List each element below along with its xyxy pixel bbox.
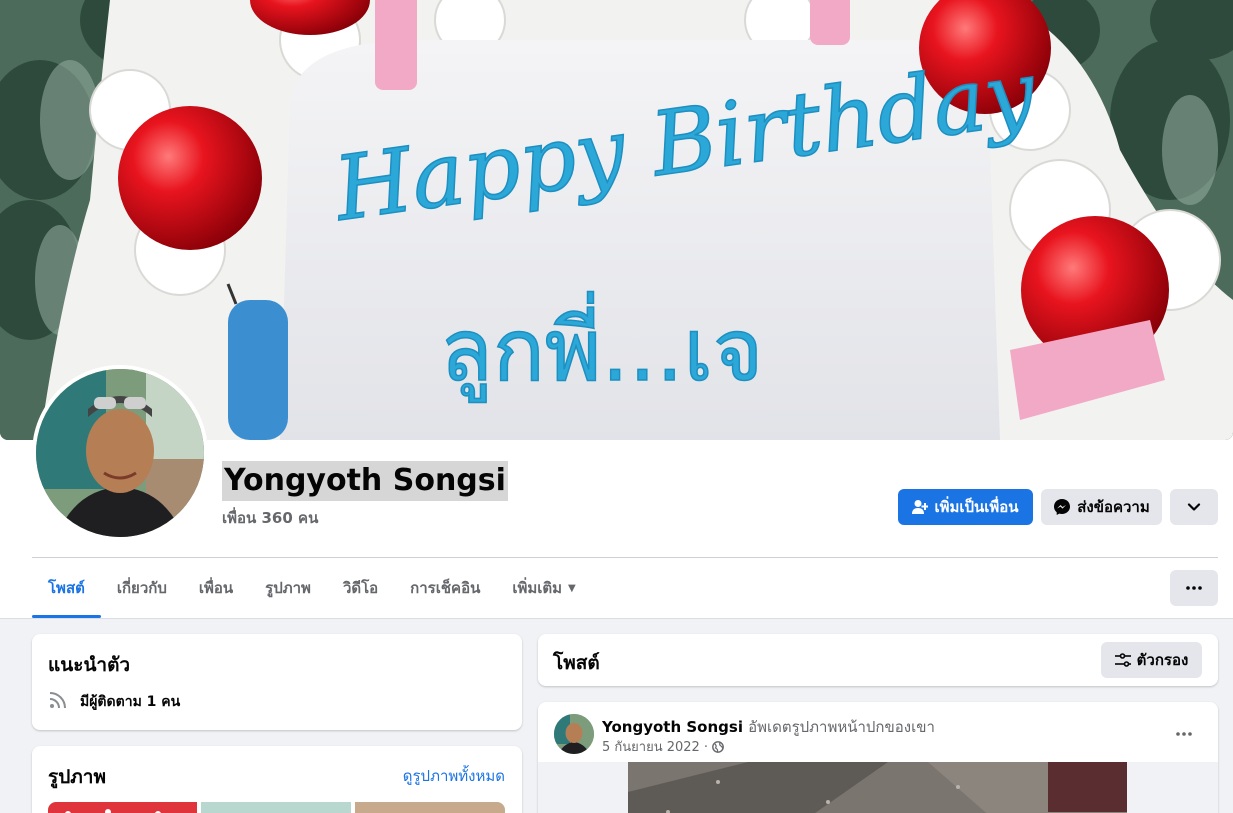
tab-photos[interactable]: รูปภาพ bbox=[249, 558, 327, 618]
add-friend-icon bbox=[912, 500, 929, 514]
header-bottom-border bbox=[0, 618, 1233, 619]
tab-checkins-label: การเช็คอิน bbox=[410, 579, 481, 597]
post-action-text: อัพเดตรูปภาพหน้าปกของเขา bbox=[748, 718, 935, 736]
post-date[interactable]: 5 กันยายน 2022 · bbox=[602, 736, 708, 757]
followers-text[interactable]: มีผู้ติดตาม 1 คน bbox=[80, 691, 180, 713]
photo-thumbnail-1[interactable] bbox=[48, 802, 197, 813]
post-author-avatar[interactable] bbox=[554, 714, 594, 754]
caret-down-icon: ▼ bbox=[568, 582, 576, 594]
intro-card: แนะนำตัว มีผู้ติดตาม 1 คน bbox=[32, 634, 522, 730]
filter-button[interactable]: ตัวกรอง bbox=[1101, 642, 1202, 678]
posts-header-card: โพสต์ ตัวกรอง bbox=[538, 634, 1218, 686]
messenger-icon bbox=[1054, 499, 1071, 515]
intro-title: แนะนำตัว bbox=[48, 654, 131, 676]
photos-title: รูปภาพ bbox=[48, 766, 106, 788]
photo-thumbnail-2[interactable] bbox=[201, 802, 351, 813]
rss-icon bbox=[49, 692, 66, 709]
globe-icon bbox=[712, 740, 724, 753]
tab-friends-label: เพื่อน bbox=[198, 579, 234, 597]
photo-thumbnail-3[interactable] bbox=[355, 802, 505, 813]
tab-photos-label: รูปภาพ bbox=[265, 579, 311, 597]
friends-count[interactable]: เพื่อน 360 คน bbox=[222, 506, 318, 530]
post-card: Yongyoth Songsi อัพเดตรูปภาพหน้าปกของเขา bbox=[538, 702, 1218, 813]
tab-friends[interactable]: เพื่อน bbox=[183, 558, 249, 618]
add-friend-label: เพิ่มเป็นเพื่อน bbox=[934, 499, 1019, 516]
tab-posts-label: โพสต์ bbox=[48, 579, 85, 597]
cover-photo[interactable]: Happy Birthday ลูกพี่...เจ bbox=[0, 0, 1233, 440]
profile-header: Happy Birthday ลูกพี่...เจ Yongyoth Song… bbox=[0, 0, 1233, 619]
ellipsis-icon bbox=[1186, 586, 1202, 590]
chevron-down-icon bbox=[1187, 503, 1201, 511]
post-meta: 5 กันยายน 2022 · bbox=[602, 736, 724, 757]
filter-icon bbox=[1114, 653, 1131, 667]
add-friend-button[interactable]: เพิ่มเป็นเพื่อน bbox=[898, 489, 1033, 525]
tab-about-label: เกี่ยวกับ bbox=[116, 579, 167, 597]
avatar-image bbox=[36, 369, 204, 537]
filter-label: ตัวกรอง bbox=[1136, 652, 1189, 669]
see-all-photos-link[interactable]: ดูรูปภาพทั้งหมด bbox=[403, 764, 505, 788]
tabs-more-button[interactable] bbox=[1170, 570, 1218, 606]
tab-checkins[interactable]: การเช็คอิน bbox=[394, 558, 496, 618]
tab-posts[interactable]: โพสต์ bbox=[32, 558, 101, 618]
cover-image: Happy Birthday ลูกพี่...เจ bbox=[0, 0, 1233, 440]
tab-videos-label: วิดีโอ bbox=[342, 579, 379, 597]
message-button[interactable]: ส่งข้อความ bbox=[1041, 489, 1162, 525]
profile-tabs: โพสต์ เกี่ยวกับ เพื่อน รูปภาพ วิดีโอ การ… bbox=[32, 558, 592, 618]
tab-more-label: เพิ่มเติม bbox=[512, 579, 563, 597]
cake-text-2: ลูกพี่...เจ bbox=[440, 291, 763, 403]
more-options-button[interactable] bbox=[1170, 489, 1218, 525]
post-author-name[interactable]: Yongyoth Songsi bbox=[602, 718, 743, 736]
tab-more[interactable]: เพิ่มเติม ▼ bbox=[496, 558, 591, 618]
profile-name: Yongyoth Songsi bbox=[222, 461, 508, 501]
profile-avatar[interactable] bbox=[32, 365, 208, 541]
post-options-icon[interactable] bbox=[1176, 732, 1192, 736]
tab-videos[interactable]: วิดีโอ bbox=[327, 558, 394, 618]
posts-title: โพสต์ bbox=[553, 652, 600, 674]
post-image[interactable] bbox=[628, 762, 1127, 813]
post-image-backdrop bbox=[538, 762, 1218, 813]
message-label: ส่งข้อความ bbox=[1077, 499, 1150, 516]
tab-about[interactable]: เกี่ยวกับ bbox=[101, 558, 183, 618]
